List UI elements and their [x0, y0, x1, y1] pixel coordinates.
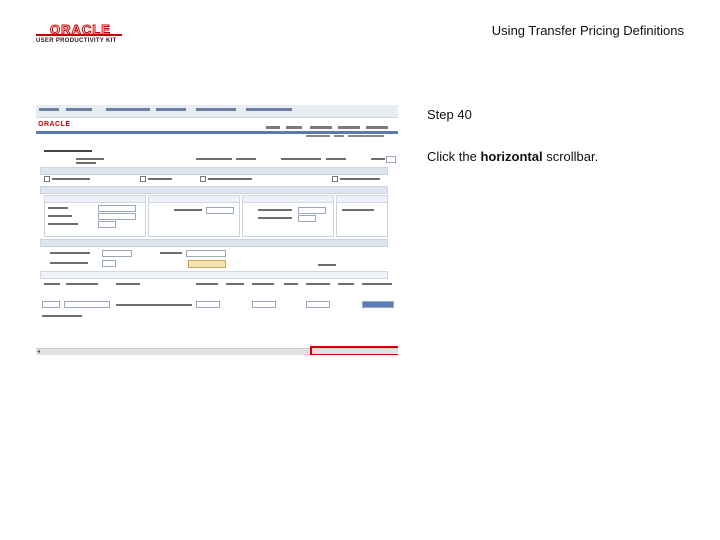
form-title — [44, 150, 92, 152]
application-screenshot: ORACLE ◂ — [36, 105, 398, 355]
status-field[interactable] — [386, 156, 396, 163]
pricing-base-input[interactable] — [98, 205, 136, 212]
select-lines-header — [40, 239, 388, 247]
oracle-upk-logo: ORACLE USER PRODUCTIVITY KIT — [36, 22, 126, 48]
grid-default-select-2[interactable] — [252, 301, 276, 308]
number-of-items-input[interactable] — [98, 221, 116, 228]
grid-selected-cell[interactable] — [362, 301, 394, 308]
scroll-left-icon[interactable]: ◂ — [37, 349, 40, 355]
line-filter-input[interactable] — [186, 250, 226, 257]
markup-percent-input[interactable] — [206, 207, 234, 214]
app-brand: ORACLE — [38, 121, 71, 128]
grid-default-select-1[interactable] — [196, 301, 220, 308]
default-overrides-header — [40, 167, 388, 175]
select-lines-dropdown[interactable] — [102, 250, 132, 257]
override-checkbox-3[interactable] — [200, 176, 206, 182]
override-checkbox-1[interactable] — [44, 176, 50, 182]
header-divider — [36, 131, 398, 134]
save-notify-buttons[interactable] — [42, 315, 82, 317]
markup-cost-element-input[interactable] — [298, 215, 316, 222]
breadcrumb-bar — [36, 105, 398, 118]
override-checkbox-4[interactable] — [332, 176, 338, 182]
override-checkbox-2[interactable] — [140, 176, 146, 182]
grid-tabs — [40, 271, 388, 279]
row-count-input[interactable] — [102, 260, 116, 267]
cost-element-input[interactable] — [298, 207, 326, 214]
instruction-keyword: horizontal — [480, 149, 543, 164]
select-lines-button[interactable] — [188, 260, 226, 268]
step-number: Step 40 — [427, 107, 472, 122]
step-instruction: Click the horizontal scrollbar. — [427, 149, 599, 164]
grid-type-select[interactable] — [42, 301, 60, 308]
pricing-unit-input[interactable] — [98, 213, 136, 220]
logo-subtitle: USER PRODUCTIVITY KIT — [36, 38, 117, 44]
logo-bar — [36, 34, 122, 36]
grid-item-input[interactable] — [64, 301, 110, 308]
scrollbar-highlight[interactable] — [310, 346, 398, 355]
grid-default-select-3[interactable] — [306, 301, 330, 308]
pricing-defaults-header — [40, 186, 388, 194]
page-links — [306, 135, 396, 139]
page-title: Using Transfer Pricing Definitions — [491, 23, 684, 38]
